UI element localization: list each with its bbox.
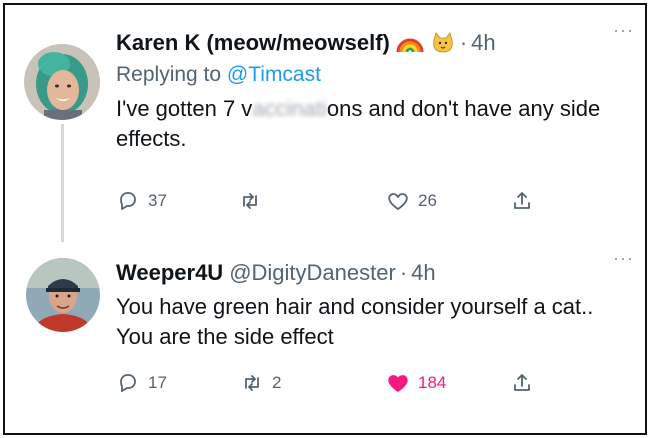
reply-count: 37: [148, 191, 167, 210]
like-button[interactable]: 184: [386, 371, 446, 395]
reply-icon: [120, 192, 136, 210]
retweet-button[interactable]: 2: [240, 371, 281, 395]
tweet-actions: 17 2 184: [116, 368, 536, 398]
like-count: 26: [418, 191, 437, 210]
share-button[interactable]: [510, 371, 534, 395]
tweet-text-blurred: accinati: [252, 96, 327, 121]
tweet-header: Weeper4U @DigityDanester · 4h: [116, 258, 628, 288]
tweet-text: You have green hair and consider yoursel…: [116, 294, 594, 349]
separator-dot: ·: [459, 30, 468, 55]
display-name[interactable]: Weeper4U: [116, 258, 223, 288]
more-options-icon[interactable]: ···: [613, 248, 634, 269]
user-handle[interactable]: @DigityDanester: [229, 258, 396, 288]
retweet-count: 2: [272, 373, 282, 392]
tweet-content: Weeper4U @DigityDanester · 4h You have g…: [116, 258, 628, 352]
tweet-text: I've gotten 7 vaccinations and don't hav…: [116, 94, 628, 154]
retweet-button[interactable]: [238, 189, 270, 213]
retweet-icon: [243, 193, 257, 209]
thread-line: [61, 124, 64, 242]
avatar-weeper[interactable]: [26, 258, 100, 332]
share-icon: [514, 374, 530, 391]
tweet-karen[interactable]: Karen K (meow/meowself) · 4h Replying to…: [12, 16, 638, 242]
tweet-header: Karen K (meow/meowself) · 4h: [116, 28, 628, 58]
reply-icon: [120, 374, 136, 392]
tweet-time[interactable]: 4h: [471, 28, 495, 58]
heart-icon: [388, 193, 408, 210]
heart-filled-icon: [388, 375, 408, 392]
display-name[interactable]: Karen K (meow/meowself): [116, 28, 390, 58]
tweet-weeper[interactable]: Weeper4U @DigityDanester · 4h You have g…: [12, 244, 638, 424]
reply-button[interactable]: 17: [116, 371, 167, 395]
tweet-content: Karen K (meow/meowself) · 4h Replying to…: [116, 28, 628, 154]
separator-dot: ·: [399, 260, 408, 285]
tweet-actions: 37 26: [116, 186, 536, 216]
reply-button[interactable]: 37: [116, 189, 167, 213]
like-button[interactable]: 26: [386, 189, 437, 213]
rainbow-icon: [396, 32, 424, 54]
cat-face-icon: [430, 32, 456, 54]
tweet-text-part: I've gotten 7 v: [116, 96, 253, 121]
retweet-icon: [245, 375, 259, 391]
more-options-icon[interactable]: ···: [613, 20, 634, 41]
share-icon: [514, 192, 530, 209]
reply-count: 17: [148, 373, 167, 392]
avatar-karen[interactable]: [24, 44, 100, 120]
replying-to-label: Replying to: [116, 63, 222, 86]
mention-link[interactable]: @Timcast: [227, 63, 321, 86]
like-count: 184: [418, 373, 447, 392]
tweet-time[interactable]: 4h: [411, 258, 435, 288]
replying-to: Replying to @Timcast: [116, 60, 628, 90]
share-button[interactable]: [510, 189, 534, 213]
